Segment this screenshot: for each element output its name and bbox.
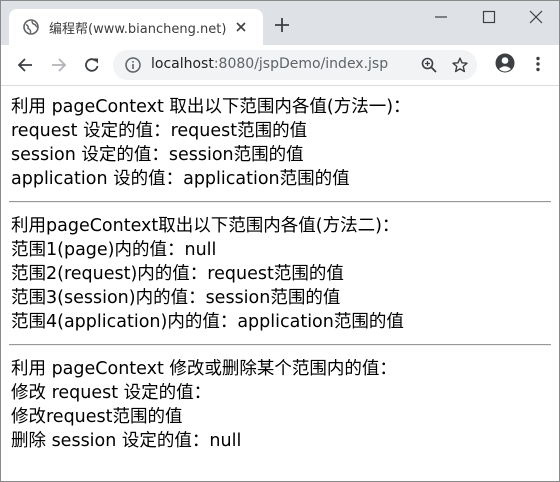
page-content: 利用 pageContext 取出以下范围内各值(方法一)： request 设… — [1, 86, 559, 481]
section3-heading: 利用 pageContext 修改或删除某个范围内的值： — [11, 359, 397, 379]
toolbar: localhost:8080/jspDemo/index.jsp — [1, 45, 559, 86]
section1-heading: 利用 pageContext 取出以下范围内各值(方法一)： — [11, 97, 411, 117]
back-icon[interactable] — [17, 57, 33, 73]
section2-line: 范围1(page)内的值：null — [11, 240, 217, 260]
section2-line: 范围3(session)内的值：session范围的值 — [11, 288, 341, 308]
divider — [9, 201, 551, 203]
section3-line: 删除 session 设定的值：null — [11, 431, 242, 451]
divider — [9, 344, 551, 346]
section2-line: 范围2(request)内的值：request范围的值 — [11, 264, 344, 284]
tab-active[interactable]: 编程帮(www.biancheng.net) — [9, 9, 263, 45]
forward-icon[interactable] — [51, 57, 67, 73]
section3-line: 修改 request 设定的值： — [11, 383, 212, 403]
bookmark-star-icon[interactable] — [452, 57, 468, 73]
globe-icon — [23, 19, 39, 35]
section1-line: session 设定的值：session范围的值 — [11, 145, 304, 165]
close-window-icon[interactable] — [529, 10, 543, 24]
zoom-icon[interactable] — [421, 57, 437, 73]
url-host: localhost — [151, 56, 214, 72]
reload-icon[interactable] — [84, 57, 100, 73]
tab-strip: 编程帮(www.biancheng.net) — [1, 1, 559, 45]
section3-line: 修改request范围的值 — [11, 407, 183, 427]
new-tab-icon[interactable] — [274, 17, 290, 33]
kebab-menu-icon[interactable] — [531, 56, 545, 72]
tab-title: 编程帮(www.biancheng.net) — [49, 22, 227, 37]
site-info-icon[interactable] — [125, 57, 141, 73]
section2-heading: 利用pageContext取出以下范围内各值(方法二)： — [11, 216, 400, 236]
url-path: :8080/jspDemo/index.jsp — [213, 56, 389, 72]
section1-line: application 设的值：application范围的值 — [11, 169, 350, 189]
section2-line: 范围4(application)内的值：application范围的值 — [11, 312, 404, 332]
url-text: localhost:8080/jspDemo/index.jsp — [151, 56, 388, 72]
browser-window: 编程帮(www.biancheng.net) localhost:8080/js… — [0, 0, 560, 482]
address-bar[interactable]: localhost:8080/jspDemo/index.jsp — [113, 50, 477, 80]
profile-avatar-icon[interactable] — [495, 53, 515, 73]
close-tab-icon[interactable] — [233, 19, 249, 35]
section1-line: request 设定的值：request范围的值 — [11, 121, 308, 141]
minimize-icon[interactable] — [434, 10, 448, 24]
maximize-icon[interactable] — [482, 10, 496, 24]
